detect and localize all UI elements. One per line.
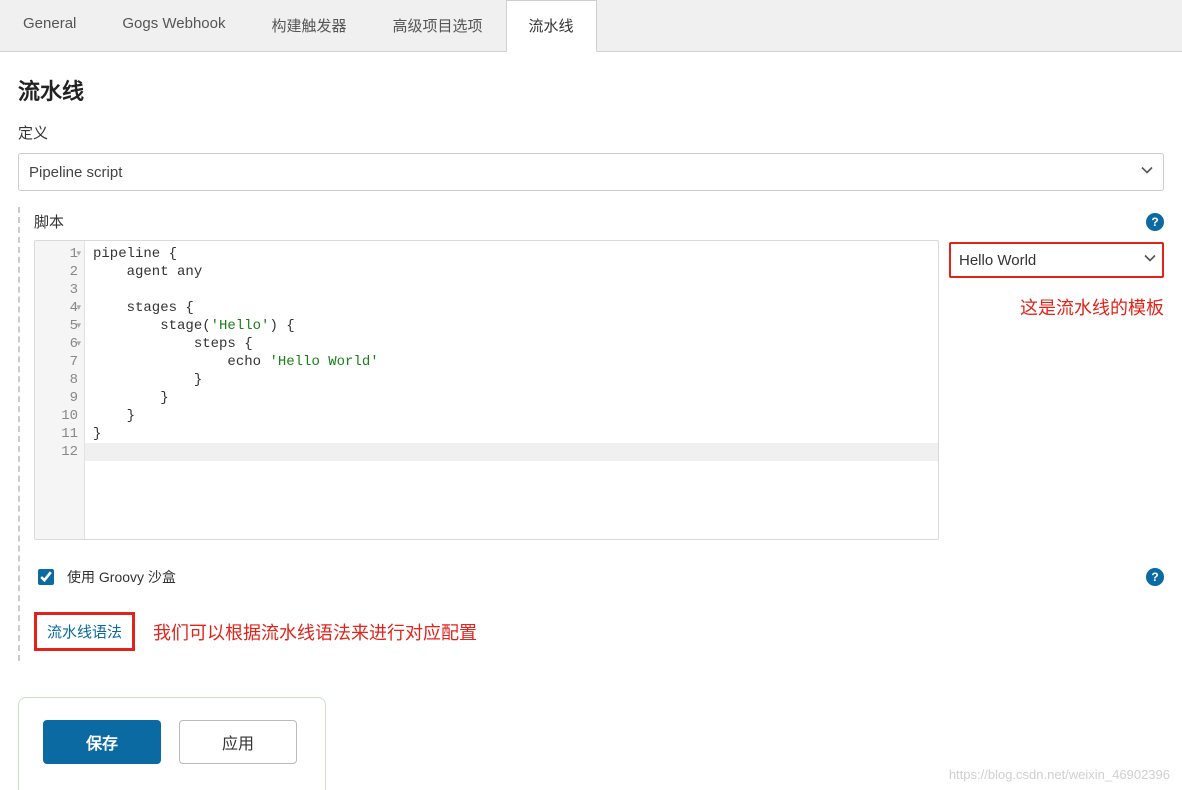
code-line[interactable]: pipeline { <box>93 245 930 263</box>
code-line[interactable]: steps { <box>93 335 930 353</box>
help-icon[interactable]: ? <box>1146 568 1164 586</box>
code-line[interactable]: } <box>93 371 930 389</box>
template-column: Hello World 这是流水线的模板 <box>949 240 1164 320</box>
template-annotation: 这是流水线的模板 <box>949 294 1164 320</box>
help-icon[interactable]: ? <box>1146 213 1164 231</box>
tab-0[interactable]: General <box>0 0 99 51</box>
tab-1[interactable]: Gogs Webhook <box>99 0 248 51</box>
template-select[interactable]: Hello World <box>949 242 1164 278</box>
definition-select-value: Pipeline script <box>29 164 122 181</box>
script-header: 脚本 ? <box>34 207 1164 240</box>
footer-actions: 保存 应用 <box>18 697 326 790</box>
section-title: 流水线 <box>18 74 1164 106</box>
sandbox-label: 使用 Groovy 沙盒 <box>67 567 176 587</box>
sandbox-row: 使用 Groovy 沙盒 ? <box>34 566 1164 588</box>
editor-gutter: 123456789101112 <box>35 241 85 539</box>
script-block: 脚本 ? 123456789101112 pipeline { agent an… <box>18 207 1164 661</box>
apply-button[interactable]: 应用 <box>179 720 297 764</box>
code-line[interactable]: echo 'Hello World' <box>93 353 930 371</box>
code-line[interactable] <box>85 443 938 461</box>
editor-code[interactable]: pipeline { agent any stages { stage('Hel… <box>85 241 938 539</box>
tab-4[interactable]: 流水线 <box>506 0 597 52</box>
code-line[interactable]: agent any <box>93 263 930 281</box>
code-editor[interactable]: 123456789101112 pipeline { agent any sta… <box>34 240 939 540</box>
syntax-row: 流水线语法 我们可以根据流水线语法来进行对应配置 <box>34 612 1164 651</box>
code-line[interactable]: stage('Hello') { <box>93 317 930 335</box>
code-line[interactable] <box>93 281 930 299</box>
tabs-bar: GeneralGogs Webhook构建触发器高级项目选项流水线 <box>0 0 1182 52</box>
chevron-down-icon <box>1141 164 1153 181</box>
save-button[interactable]: 保存 <box>43 720 161 764</box>
definition-label: 定义 <box>18 122 1164 143</box>
tab-2[interactable]: 构建触发器 <box>249 0 370 51</box>
pipeline-syntax-link[interactable]: 流水线语法 <box>34 612 135 651</box>
tab-3[interactable]: 高级项目选项 <box>370 0 506 51</box>
script-label: 脚本 <box>34 211 64 232</box>
chevron-down-icon <box>1144 252 1156 269</box>
syntax-annotation: 我们可以根据流水线语法来进行对应配置 <box>153 619 477 645</box>
template-select-value: Hello World <box>959 252 1036 269</box>
editor-row: 123456789101112 pipeline { agent any sta… <box>34 240 1164 540</box>
code-line[interactable]: } <box>93 407 930 425</box>
code-line[interactable]: } <box>93 389 930 407</box>
content-area: 流水线 定义 Pipeline script 脚本 ? 123456789101… <box>0 52 1182 790</box>
code-line[interactable]: stages { <box>93 299 930 317</box>
sandbox-checkbox[interactable] <box>38 569 54 585</box>
definition-select[interactable]: Pipeline script <box>18 153 1164 191</box>
code-line[interactable]: } <box>93 425 930 443</box>
